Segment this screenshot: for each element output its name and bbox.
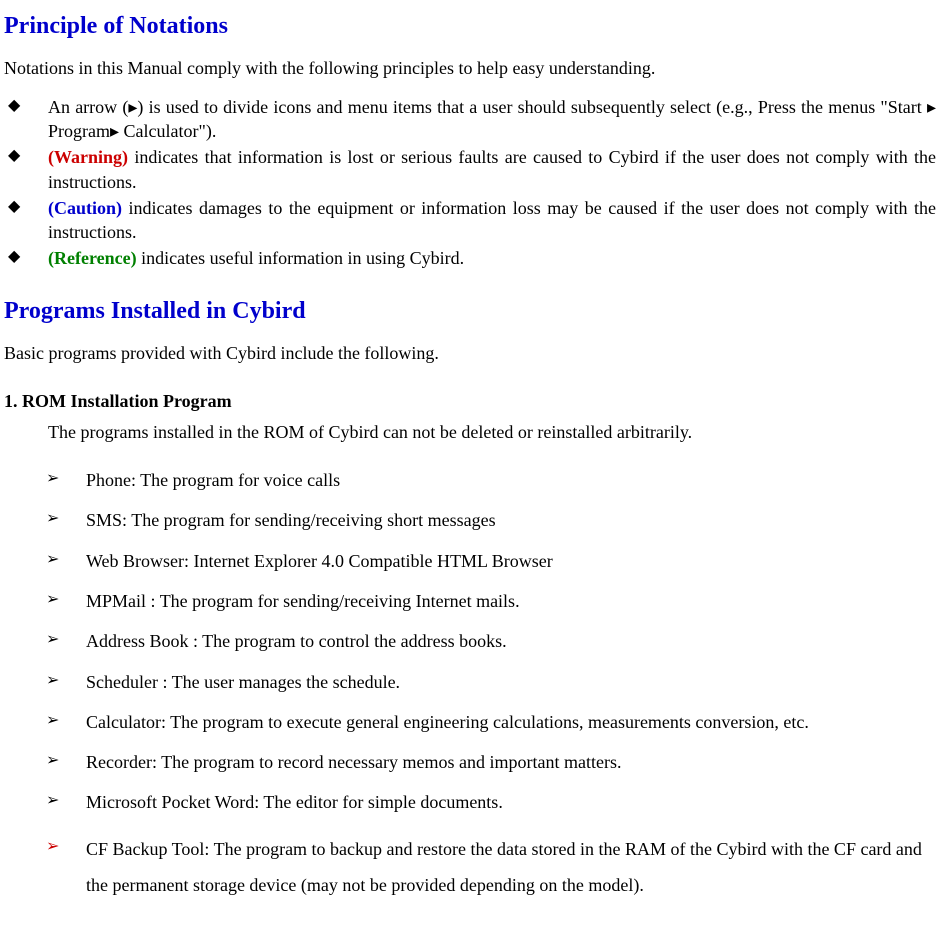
list-item: Recorder: The program to record necessar… [42,750,936,774]
intro-notations: Notations in this Manual comply with the… [4,56,936,80]
intro-programs: Basic programs provided with Cybird incl… [4,341,936,365]
heading-principle-of-notations: Principle of Notations [4,10,936,42]
rom-installation-title: 1. ROM Installation Program [4,389,936,413]
rom-programs-list: Phone: The program for voice calls SMS: … [42,468,936,903]
list-item: Microsoft Pocket Word: The editor for si… [42,790,936,814]
list-item: Calculator: The program to execute gener… [42,710,936,734]
warning-label: (Warning) [48,147,128,167]
list-item-warning: (Warning) indicates that information is … [4,145,936,194]
list-item-cf-backup: CF Backup Tool: The program to backup an… [42,831,936,903]
list-item: Web Browser: Internet Explorer 4.0 Compa… [42,549,936,573]
list-item-reference: (Reference) indicates useful information… [4,246,936,270]
list-item: MPMail : The program for sending/receivi… [42,589,936,613]
reference-label: (Reference) [48,248,137,268]
list-item-text: indicates useful information in using Cy… [137,248,464,268]
list-item-caution: (Caution) indicates damages to the equip… [4,196,936,245]
list-item: SMS: The program for sending/receiving s… [42,508,936,532]
list-item-text: indicates damages to the equipment or in… [48,198,936,242]
list-item-text: indicates that information is lost or se… [48,147,936,191]
list-item: Scheduler : The user manages the schedul… [42,670,936,694]
list-item: Phone: The program for voice calls [42,468,936,492]
caution-label: (Caution) [48,198,122,218]
list-item-text: An arrow (▸) is used to divide icons and… [48,97,936,141]
heading-programs-installed: Programs Installed in Cybird [4,295,936,327]
list-item-arrow: An arrow (▸) is used to divide icons and… [4,95,936,144]
rom-installation-desc: The programs installed in the ROM of Cyb… [48,420,936,444]
notations-list: An arrow (▸) is used to divide icons and… [4,95,936,271]
list-item: Address Book : The program to control th… [42,629,936,653]
